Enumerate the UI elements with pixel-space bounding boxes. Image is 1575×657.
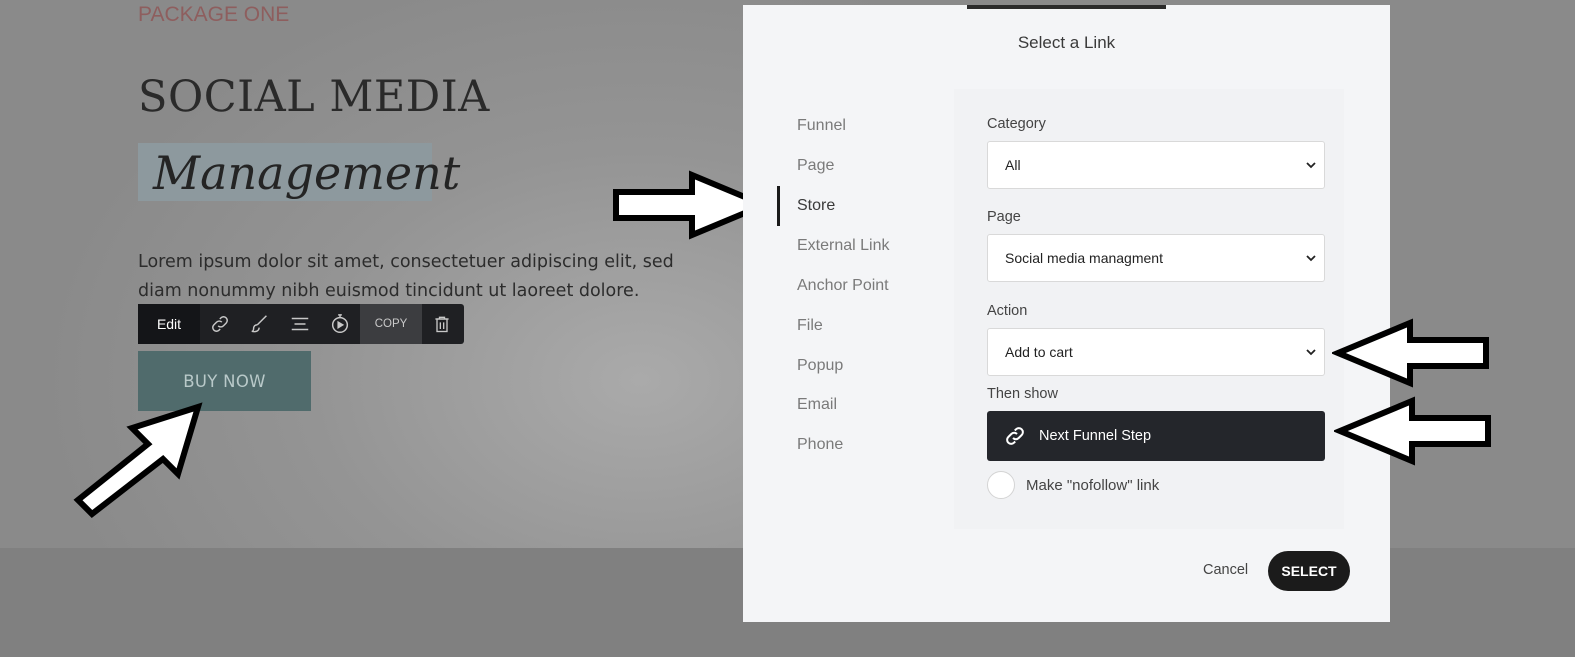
trash-icon[interactable] xyxy=(422,304,462,344)
select-link-modal: Select a Link xyxy=(743,5,1390,622)
hero-heading: SOCIAL MEDIA xyxy=(138,72,490,122)
annotation-arrow-left-icon xyxy=(1334,396,1491,466)
hero-paragraph: Lorem ipsum dolor sit amet, consectetuer… xyxy=(138,252,674,301)
page-label: Page xyxy=(987,209,1021,225)
select-button[interactable]: SELECT xyxy=(1268,551,1350,591)
chevron-down-icon xyxy=(1306,255,1316,262)
annotation-arrow-diagonal-icon xyxy=(73,402,203,518)
nav-item-page[interactable]: Page xyxy=(797,157,834,175)
copy-button[interactable]: COPY xyxy=(360,304,422,344)
action-label: Action xyxy=(987,303,1028,319)
action-value: Add to cart xyxy=(1005,344,1073,360)
category-select[interactable]: All xyxy=(987,141,1325,189)
align-icon[interactable] xyxy=(280,304,320,344)
edit-button[interactable]: Edit xyxy=(138,304,200,344)
active-nav-indicator xyxy=(777,186,780,226)
next-funnel-step-label: Next Funnel Step xyxy=(1039,428,1152,444)
nofollow-radio[interactable] xyxy=(987,471,1015,499)
hero-subheading: Management xyxy=(153,146,461,200)
modal-title: Select a Link xyxy=(1017,33,1116,52)
nofollow-label: Make "nofollow" link xyxy=(1026,477,1160,494)
chevron-down-icon xyxy=(1306,162,1316,169)
element-toolbar: Edit COPY xyxy=(138,304,464,344)
annotation-arrow-left-icon xyxy=(1332,318,1489,388)
category-label: Category xyxy=(987,116,1046,132)
nav-item-file[interactable]: File xyxy=(797,317,823,335)
nav-item-popup[interactable]: Popup xyxy=(797,357,843,375)
then-show-label: Then show xyxy=(987,386,1058,402)
action-select[interactable]: Add to cart xyxy=(987,328,1325,376)
cancel-button[interactable]: Cancel xyxy=(1203,562,1248,578)
package-eyebrow: PACKAGE ONE xyxy=(138,3,290,26)
modal-top-indicator xyxy=(967,5,1166,9)
nav-item-external-link[interactable]: External Link xyxy=(797,237,890,255)
link-icon[interactable] xyxy=(200,304,240,344)
page-value: Social media managment xyxy=(1005,250,1163,266)
page-select[interactable]: Social media managment xyxy=(987,234,1325,282)
nav-item-anchor-point[interactable]: Anchor Point xyxy=(797,277,889,295)
nav-item-funnel[interactable]: Funnel xyxy=(797,117,846,135)
brush-icon[interactable] xyxy=(240,304,280,344)
chevron-down-icon xyxy=(1306,349,1316,356)
nav-item-phone[interactable]: Phone xyxy=(797,436,843,454)
category-value: All xyxy=(1005,157,1021,173)
nav-item-store[interactable]: Store xyxy=(797,197,835,215)
link-icon xyxy=(1006,427,1024,445)
nav-item-email[interactable]: Email xyxy=(797,396,837,414)
timer-icon[interactable] xyxy=(320,304,360,344)
next-funnel-step-button[interactable]: Next Funnel Step xyxy=(987,411,1325,461)
